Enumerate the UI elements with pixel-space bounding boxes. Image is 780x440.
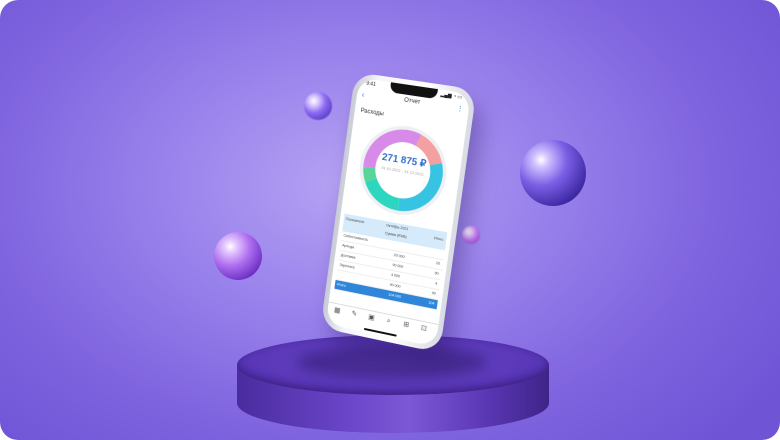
left-sphere — [214, 232, 262, 280]
col-sum: Сумма (RUB) — [384, 231, 407, 240]
expense-table: Показатели Октябрь 2021 Сумма (RUB) Итог… — [334, 213, 448, 311]
edit-icon[interactable]: ✎ — [350, 310, 359, 319]
chart-icon[interactable]: ▦ — [333, 307, 342, 316]
phone-mockup: 9:41 ▂▄▆ ◔ ▭ ‹ Отчет ⋮ Расходы 271 875 ₽… — [290, 71, 490, 354]
expense-donut-chart: 271 875 ₽ 01.01.2021 - 31.12.2021 — [353, 119, 453, 223]
table-cell-name: Итого — [336, 282, 347, 288]
table-cell-total: 4 — [434, 281, 438, 286]
promo-scene: 9:41 ▂▄▆ ◔ ▭ ‹ Отчет ⋮ Расходы 271 875 ₽… — [0, 0, 780, 440]
table-cell-total: 90 — [431, 290, 437, 296]
table-cell-value: 104 000 — [388, 292, 402, 300]
table-cell-total: 90 — [434, 271, 439, 276]
table-cell-total: 20 — [435, 261, 441, 266]
table-cell-value: 20 000 — [393, 253, 405, 260]
table-cell-value: 90 000 — [389, 282, 401, 289]
search-icon[interactable]: ⌕ — [384, 317, 393, 326]
plus-icon[interactable]: ⊞ — [402, 321, 411, 331]
podium — [237, 335, 549, 433]
col-total: Итого — [433, 236, 444, 242]
table-cell-value: 90 000 — [392, 262, 404, 269]
table-cell-name: Зарплата — [339, 262, 355, 270]
col-indicator: Показатели — [345, 216, 365, 225]
dots-icon[interactable]: ⊡ — [419, 324, 428, 334]
table-cell-name: Доставка — [340, 253, 356, 260]
status-icons: ▂▄▆ ◔ ▭ — [440, 91, 463, 101]
phone: 9:41 ▂▄▆ ◔ ▭ ‹ Отчет ⋮ Расходы 271 875 ₽… — [320, 71, 477, 354]
table-cell-value: 4 000 — [390, 272, 401, 279]
large-sphere — [520, 140, 586, 206]
table-cell-name: Себестоимость — [343, 233, 369, 243]
section-label: Расходы — [360, 108, 385, 118]
col-month: Октябрь 2021 — [385, 223, 409, 232]
status-time: 9:41 — [365, 80, 377, 89]
table-cell-name: Аренда — [341, 243, 355, 250]
phone-screen: 9:41 ▂▄▆ ◔ ▭ ‹ Отчет ⋮ Расходы 271 875 ₽… — [325, 77, 471, 347]
table-cell-total: 104 — [428, 300, 435, 306]
phone-shadow — [297, 345, 487, 379]
more-vertical-icon[interactable]: ⋮ — [456, 104, 464, 113]
calendar-icon[interactable]: ▣ — [367, 314, 376, 323]
